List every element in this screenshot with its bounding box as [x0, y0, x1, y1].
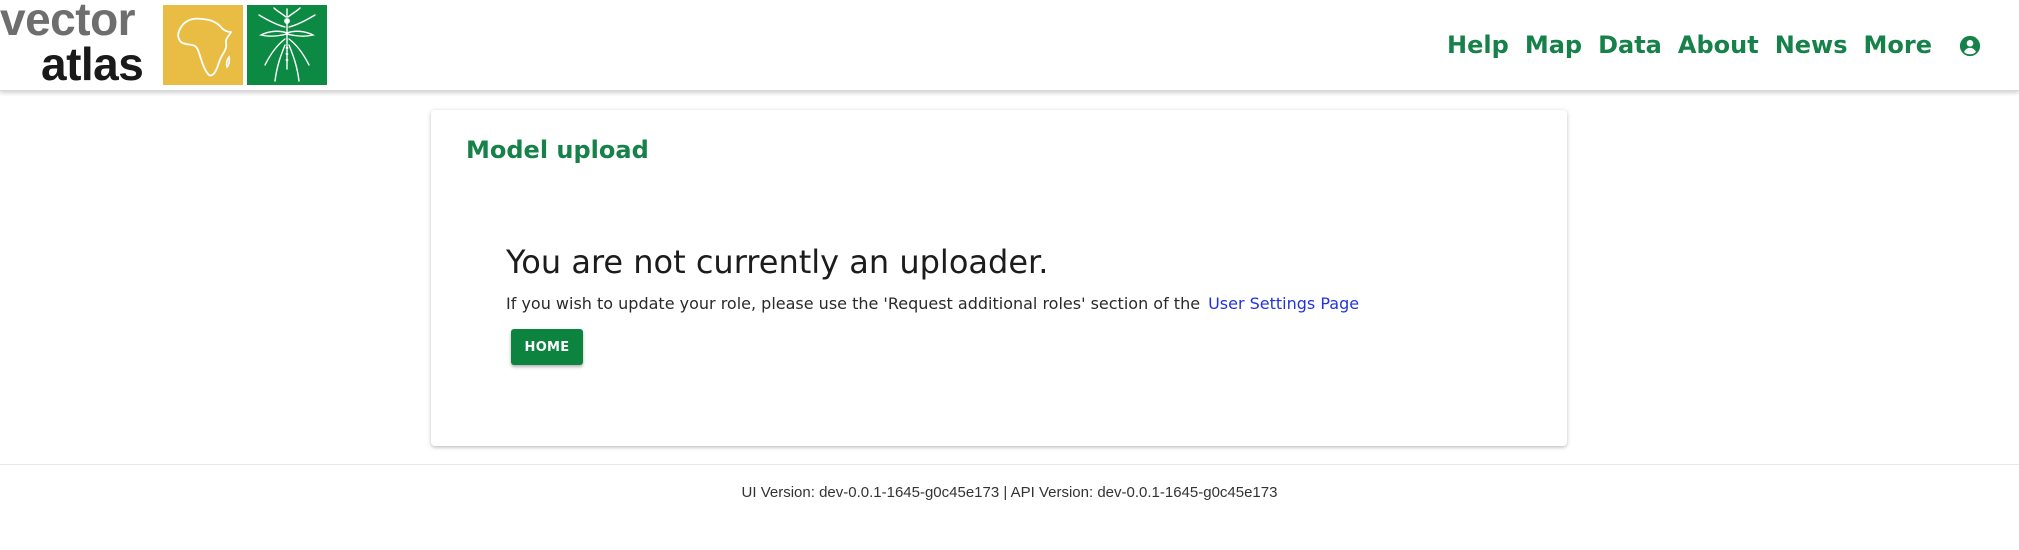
- nav-about[interactable]: About: [1678, 27, 1759, 63]
- africa-map-icon: [163, 5, 243, 85]
- footer-divider: [0, 464, 2019, 465]
- mosquito-icon: [247, 5, 327, 85]
- nav-more[interactable]: More: [1864, 27, 1932, 63]
- not-uploader-heading: You are not currently an uploader.: [506, 243, 1049, 281]
- logo-text: vector atlas: [0, 0, 155, 91]
- nav-data[interactable]: Data: [1598, 27, 1662, 63]
- logo-word-atlas: atlas: [41, 38, 144, 90]
- user-settings-link[interactable]: User Settings Page: [1208, 294, 1359, 313]
- nav-news[interactable]: News: [1775, 27, 1848, 63]
- main-nav: Help Map Data About News More: [1431, 27, 1932, 63]
- page-title: Model upload: [466, 136, 649, 164]
- role-request-text: If you wish to update your role, please …: [506, 294, 1201, 313]
- model-upload-card: Model upload You are not currently an up…: [431, 110, 1567, 446]
- account-circle-icon[interactable]: [1959, 35, 1981, 57]
- version-info: UI Version: dev-0.0.1-1645-g0c45e173 | A…: [741, 484, 1278, 501]
- top-app-bar: vector atlas Help Map Data About News Mo…: [0, 0, 2019, 91]
- vector-atlas-logo[interactable]: vector atlas: [0, 0, 330, 91]
- logo-word-vector: vector: [0, 0, 136, 45]
- role-request-message: If you wish to update your role, please …: [506, 294, 1359, 313]
- home-button[interactable]: HOME: [511, 329, 583, 365]
- nav-map[interactable]: Map: [1525, 27, 1582, 63]
- nav-help[interactable]: Help: [1447, 27, 1509, 63]
